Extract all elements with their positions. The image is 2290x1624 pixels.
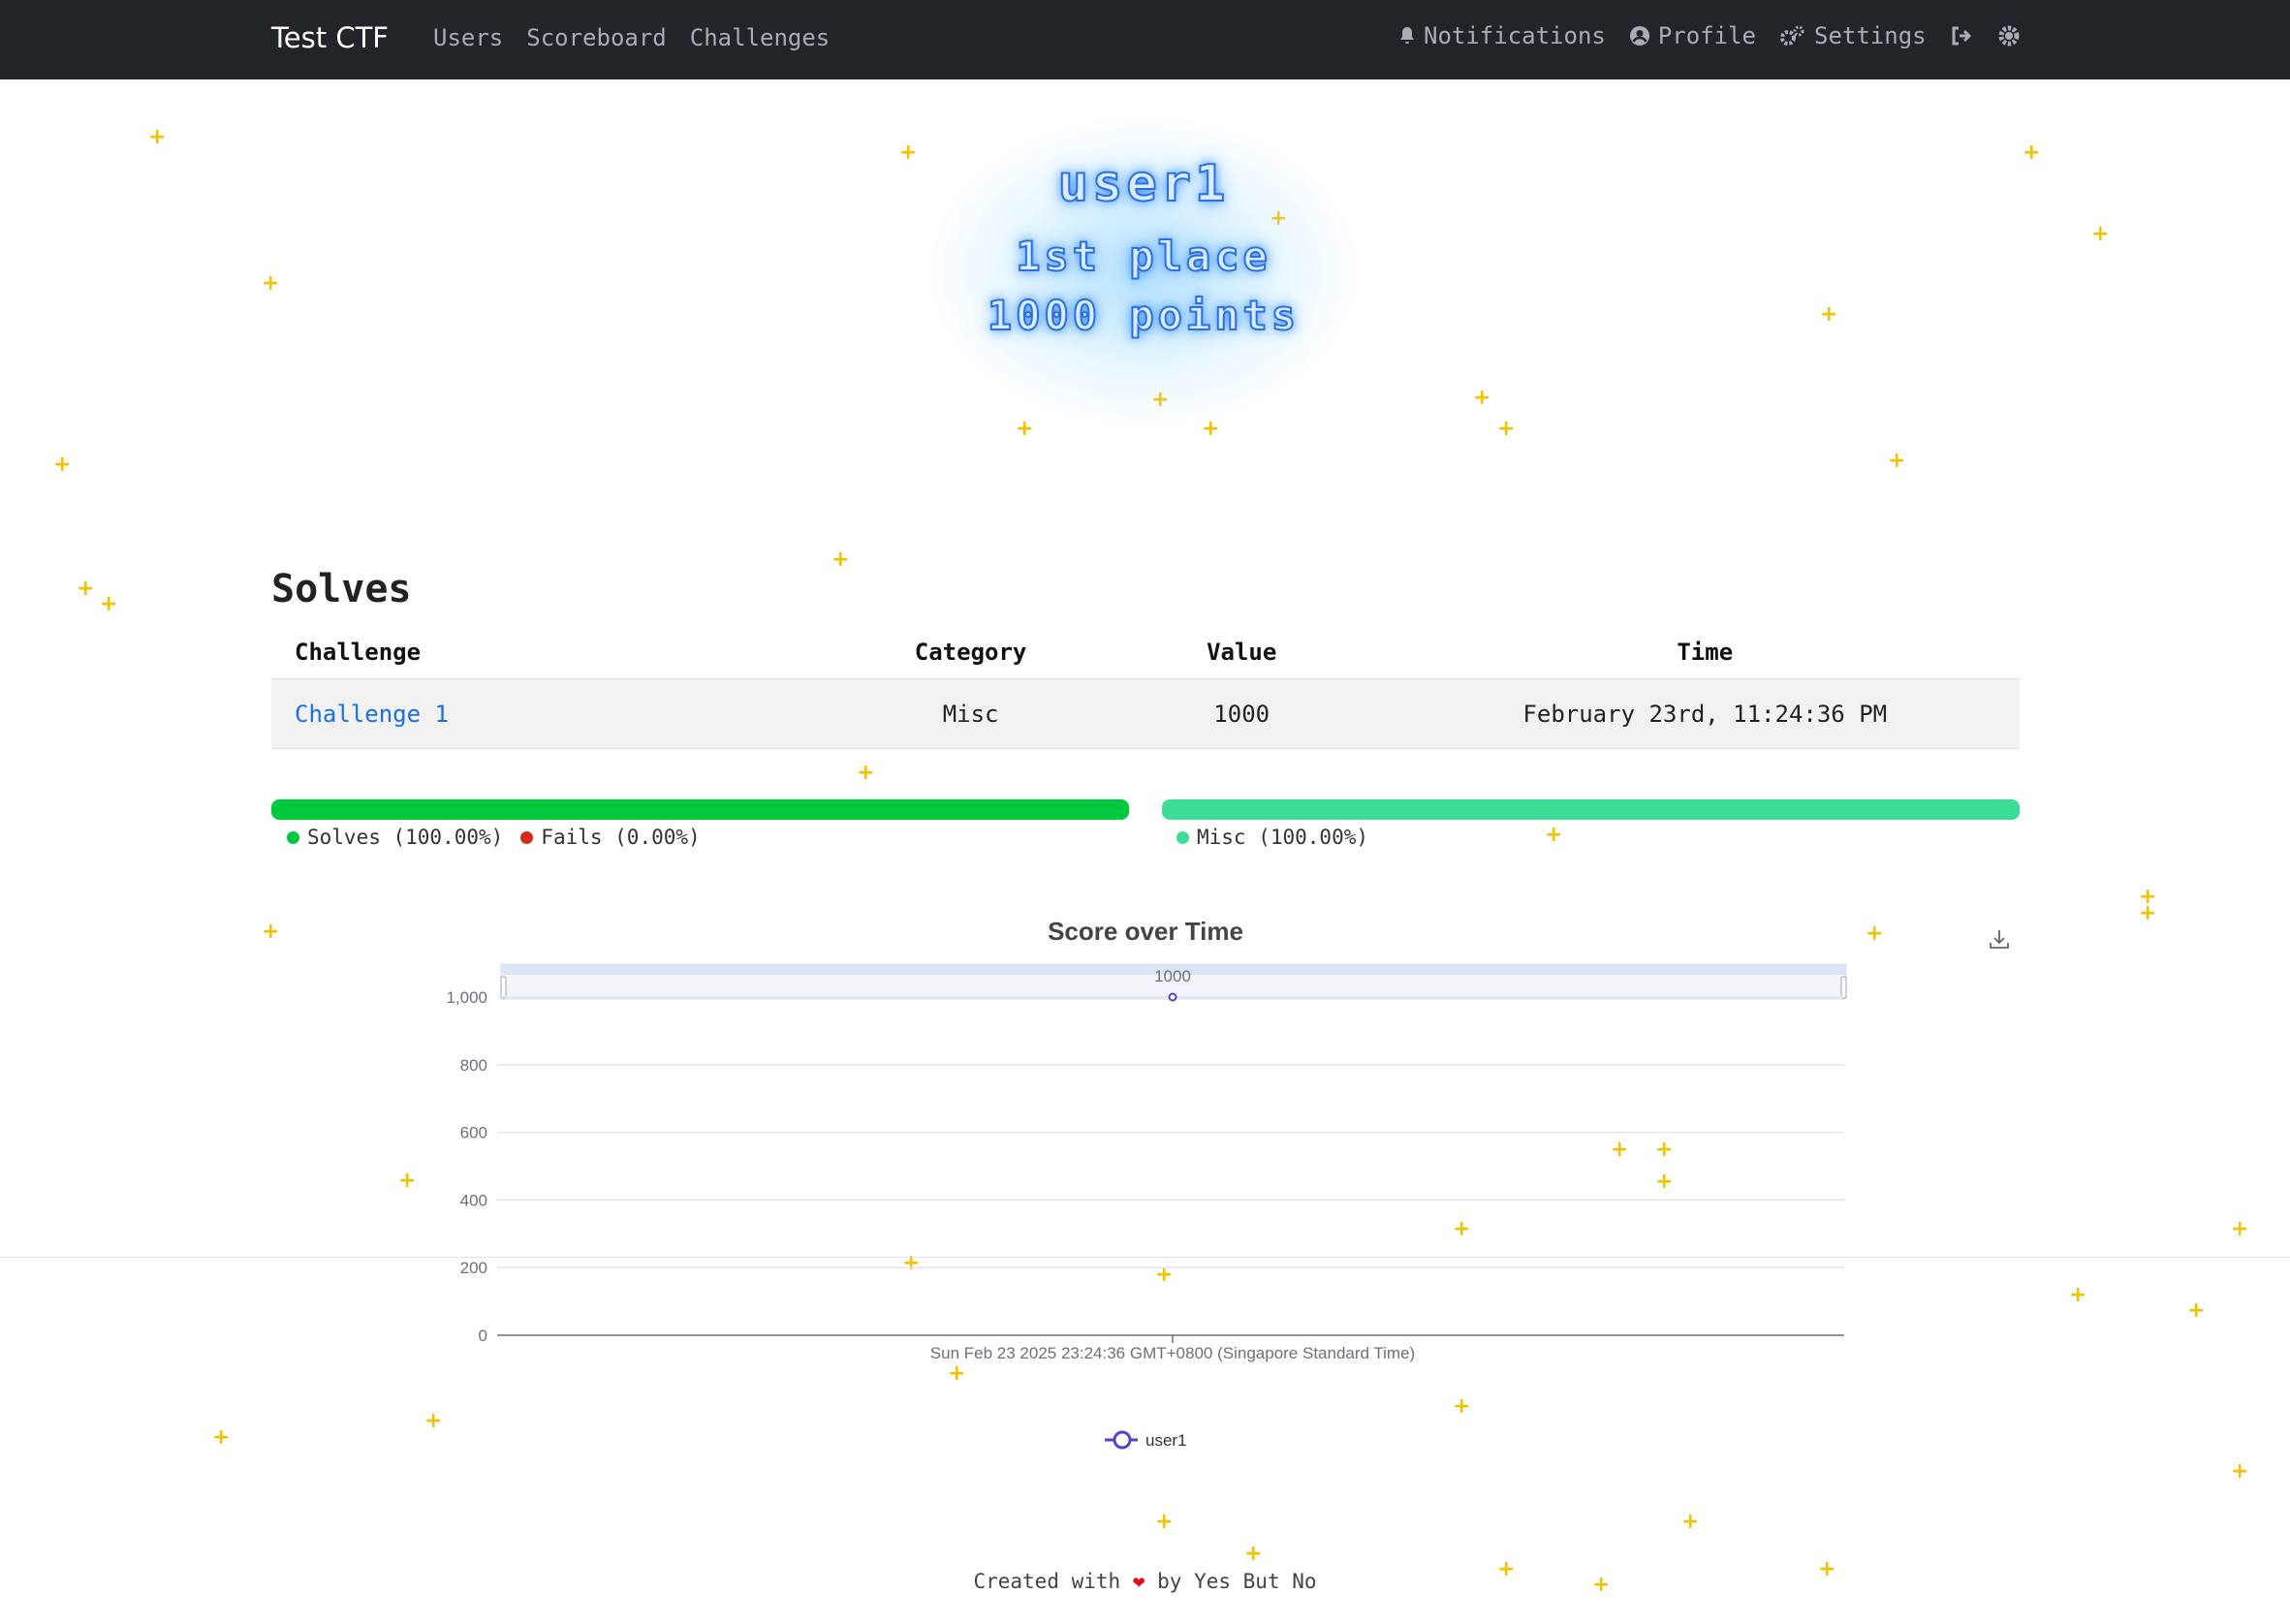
zoom-handle-right — [1840, 976, 1847, 999]
legend-series-label[interactable]: user1 — [1145, 1431, 1187, 1450]
footer: Created with ❤ by Yes But No — [0, 1570, 2290, 1593]
score-chart: 0 200 400 600 800 1,000 Sun Feb 23 2025 23:24:… — [446, 963, 1847, 1450]
zoom-handle-left — [500, 976, 507, 999]
footer-suffix: by Yes But No — [1157, 1570, 1317, 1593]
y-tick-label: 1,000 — [446, 988, 487, 1007]
heart-icon: ❤ — [1132, 1570, 1145, 1593]
legend-marker — [1113, 1430, 1132, 1450]
y-tick-label: 0 — [479, 1327, 487, 1345]
y-tick-label: 600 — [460, 1124, 487, 1142]
y-tick-label: 200 — [460, 1259, 487, 1277]
y-tick-label: 400 — [460, 1191, 487, 1209]
y-tick-label: 800 — [460, 1056, 487, 1075]
data-point — [1168, 992, 1177, 1002]
x-tick-label: Sun Feb 23 2025 23:24:36 GMT+0800 (Singa… — [930, 1344, 1415, 1362]
footer-prefix: Created with — [973, 1570, 1121, 1593]
data-label: 1000 — [1154, 967, 1191, 985]
divider-line — [0, 1257, 2290, 1258]
